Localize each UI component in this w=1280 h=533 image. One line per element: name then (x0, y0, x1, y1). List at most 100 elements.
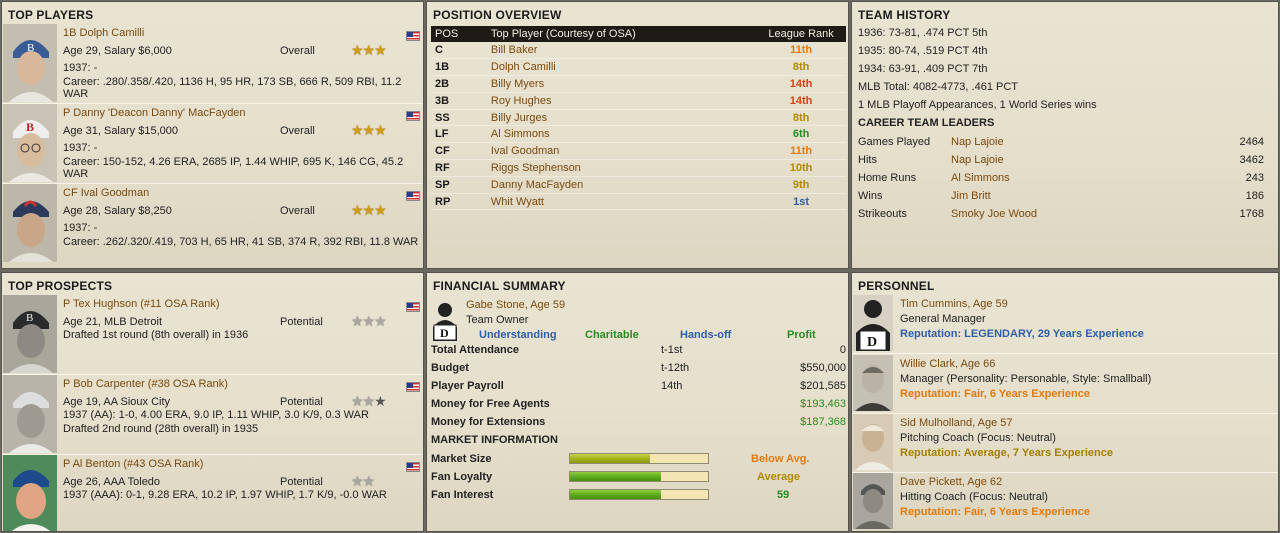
leader-category: Home Runs (858, 172, 917, 184)
finance-label: Total Attendance (431, 344, 520, 356)
prospect-portrait[interactable] (3, 375, 57, 453)
playoff-summary: 1 MLB Playoff Appearances, 1 World Serie… (858, 99, 1097, 111)
prospect-name[interactable]: P Bob Carpenter (#38 OSA Rank) (63, 378, 228, 390)
player-name[interactable]: P Danny 'Deacon Danny' MacFayden (63, 107, 246, 119)
position-row[interactable]: RP Whit Wyatt 1st (431, 193, 846, 211)
finance-value: $550,000 (800, 362, 846, 374)
staff-name[interactable]: Dave Pickett, Age 62 (900, 476, 1002, 488)
player-portrait[interactable]: B (3, 104, 57, 182)
market-label: Fan Interest (431, 489, 494, 501)
player-card[interactable]: CF Ival Goodman Age 28, Salary $8,250 Ov… (2, 184, 422, 264)
staff-card[interactable]: Willie Clark, Age 66 Manager (Personalit… (852, 355, 1278, 413)
finance-row: Money for Free Agents $193,463 (431, 396, 846, 414)
usa-flag-icon (406, 462, 420, 472)
player-name[interactable]: CF Ival Goodman (63, 187, 149, 199)
position-player[interactable]: Al Simmons (486, 125, 757, 144)
prospect-line: Drafted 1st round (8th overall) in 1936 (63, 329, 249, 341)
position-code: 3B (431, 92, 487, 110)
overall-stars: ★★★ (351, 202, 387, 219)
svg-text:B: B (26, 312, 33, 324)
staff-card[interactable]: D Tim Cummins, Age 59 General Manager Re… (852, 295, 1278, 353)
position-player[interactable]: Billy Jurges (486, 109, 757, 127)
staff-reputation: Reputation: Average, 7 Years Experience (900, 447, 1113, 459)
leader-value: 3462 (1239, 154, 1264, 166)
league-rank: 11th (756, 42, 846, 60)
leader-name[interactable]: Nap Lajoie (951, 136, 1004, 148)
col-header-player[interactable]: Top Player (Courtesy of OSA) (486, 26, 757, 42)
bar-fill (570, 454, 651, 463)
position-row[interactable]: 1B Dolph Camilli 8th (431, 58, 846, 77)
player-portrait[interactable]: B (3, 24, 57, 102)
staff-name[interactable]: Willie Clark, Age 66 (900, 358, 995, 370)
leader-row: Games Played Nap Lajoie 2464 (858, 136, 1268, 154)
position-player[interactable]: Roy Hughes (486, 92, 757, 110)
owner-trait: Profit (787, 329, 816, 341)
prospect-portrait[interactable]: B (3, 295, 57, 373)
leader-category: Games Played (858, 136, 931, 148)
leader-name[interactable]: Smoky Joe Wood (951, 208, 1037, 220)
potential-label: Potential (280, 396, 323, 408)
staff-card[interactable]: Dave Pickett, Age 62 Hitting Coach (Focu… (852, 473, 1278, 531)
prospect-card[interactable]: P Al Benton (#43 OSA Rank) Age 26, AAA T… (2, 455, 422, 531)
staff-portrait (853, 473, 893, 529)
position-player[interactable]: Danny MacFayden (486, 176, 757, 194)
staff-name[interactable]: Sid Mulholland, Age 57 (900, 417, 1013, 429)
owner-trait: Hands-off (680, 329, 732, 341)
star-icon: ★ (374, 393, 387, 409)
position-player[interactable]: Ival Goodman (486, 142, 757, 161)
staff-role: General Manager (900, 313, 986, 325)
prospect-line: 1937 (AA): 1-0, 4.00 ERA, 9.0 IP, 1.11 W… (63, 409, 369, 421)
position-player[interactable]: Bill Baker (486, 42, 757, 60)
staff-reputation: Reputation: Fair, 6 Years Experience (900, 506, 1090, 518)
leader-value: 243 (1245, 172, 1264, 184)
position-row[interactable]: 2B Billy Myers 14th (431, 75, 846, 93)
staff-card[interactable]: Sid Mulholland, Age 57 Pitching Coach (F… (852, 414, 1278, 472)
position-row[interactable]: CF Ival Goodman 11th (431, 142, 846, 161)
position-code: 2B (431, 75, 487, 93)
prospect-card[interactable]: B P Tex Hughson (#11 OSA Rank) Age 21, M… (2, 295, 422, 375)
prospect-portrait[interactable] (3, 455, 57, 531)
leader-row: Strikeouts Smoky Joe Wood 1768 (858, 208, 1268, 226)
league-rank: 14th (756, 75, 846, 93)
staff-reputation: Reputation: LEGENDARY, 29 Years Experien… (900, 328, 1144, 340)
player-year-line: 1937: - (63, 222, 98, 234)
fan-loyalty-bar (569, 471, 709, 482)
col-header-rank[interactable]: League Rank (756, 26, 846, 42)
position-player[interactable]: Billy Myers (486, 75, 757, 93)
position-player[interactable]: Dolph Camilli (486, 58, 757, 77)
position-player[interactable]: Whit Wyatt (486, 193, 757, 211)
player-card[interactable]: B P Danny 'Deacon Danny' MacFayden Age 3… (2, 104, 422, 184)
staff-name[interactable]: Tim Cummins, Age 59 (900, 298, 1008, 310)
finance-rank: t-12th (661, 362, 690, 374)
position-row[interactable]: C Bill Baker 11th (431, 42, 846, 60)
position-row[interactable]: RF Riggs Stephenson 10th (431, 159, 846, 177)
player-portrait[interactable] (3, 184, 57, 262)
finance-row: Total Attendance t-1st 0 (431, 342, 846, 360)
bar-fill (570, 472, 662, 481)
usa-flag-icon (406, 191, 420, 201)
prospect-card[interactable]: P Bob Carpenter (#38 OSA Rank) Age 19, A… (2, 375, 422, 455)
player-career-line: Career: .262/.320/.419, 703 H, 65 HR, 41… (63, 236, 419, 248)
leader-name[interactable]: Jim Britt (951, 190, 991, 202)
league-rank: 14th (756, 92, 846, 110)
prospect-name[interactable]: P Al Benton (#43 OSA Rank) (63, 458, 203, 470)
position-row[interactable]: 3B Roy Hughes 14th (431, 92, 846, 110)
position-player[interactable]: Riggs Stephenson (486, 159, 757, 177)
player-name[interactable]: 1B Dolph Camilli (63, 27, 144, 39)
owner-name[interactable]: Gabe Stone, Age 59 (466, 299, 565, 311)
position-code: SP (431, 176, 487, 194)
col-header-pos[interactable]: POS (431, 26, 487, 42)
prospect-name[interactable]: P Tex Hughson (#11 OSA Rank) (63, 298, 220, 310)
player-card[interactable]: B 1B Dolph Camilli Age 29, Salary $6,000… (2, 24, 422, 104)
position-row[interactable]: SS Billy Jurges 8th (431, 109, 846, 127)
overall-stars: ★★★ (351, 42, 387, 59)
usa-flag-icon (406, 31, 420, 41)
market-info-title: MARKET INFORMATION (431, 434, 558, 446)
star-icon: ★★ (351, 473, 375, 489)
league-rank: 1st (756, 193, 846, 211)
leader-name[interactable]: Nap Lajoie (951, 154, 1004, 166)
leader-name[interactable]: Al Simmons (951, 172, 1010, 184)
finance-value: $201,585 (800, 380, 846, 392)
position-row[interactable]: SP Danny MacFayden 9th (431, 176, 846, 194)
position-row[interactable]: LF Al Simmons 6th (431, 125, 846, 144)
